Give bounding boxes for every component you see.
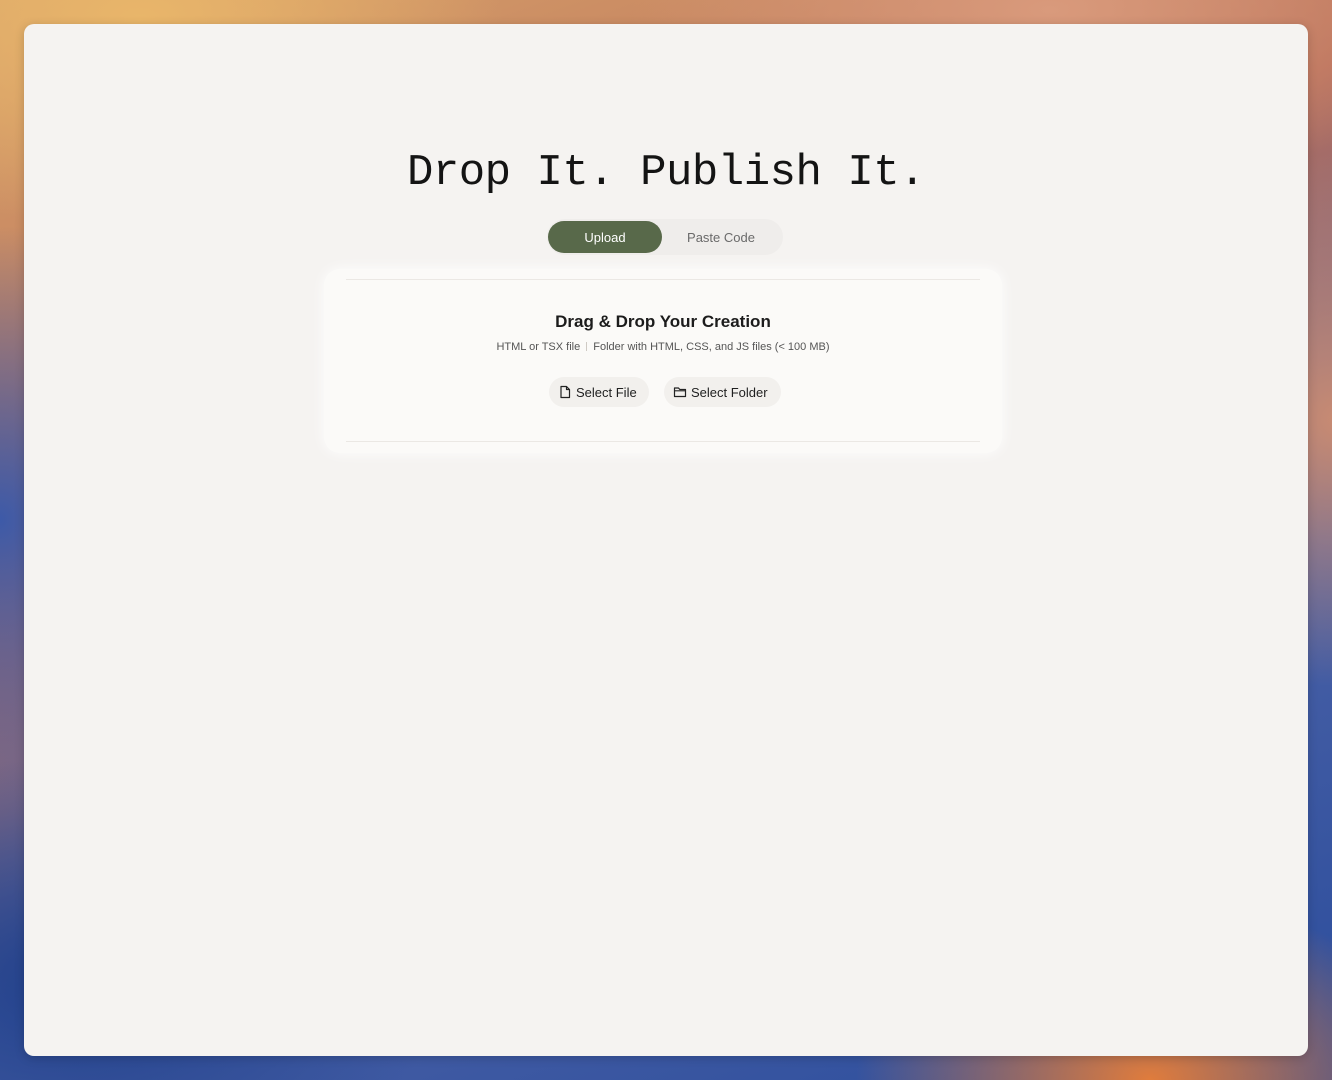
select-folder-button[interactable]: Select Folder — [664, 377, 781, 407]
subtitle-separator — [586, 342, 588, 351]
select-file-button[interactable]: Select File — [549, 377, 649, 407]
select-file-label: Select File — [576, 384, 637, 400]
drop-zone-title: Drag & Drop Your Creation — [555, 312, 771, 331]
divider — [346, 279, 980, 280]
folder-icon — [673, 385, 687, 399]
page-title: Drop It. Publish It. — [406, 148, 926, 198]
mode-tabs: Upload Paste Code — [547, 219, 783, 255]
drop-zone[interactable]: Drag & Drop Your Creation HTML or TSX fi… — [324, 269, 1002, 453]
subtitle-file-types: HTML or TSX file — [496, 341, 581, 353]
app-window: Drop It. Publish It. Upload Paste Code D… — [24, 24, 1308, 1056]
tab-upload[interactable]: Upload — [548, 221, 662, 253]
select-folder-label: Select Folder — [691, 384, 768, 400]
file-icon — [558, 385, 572, 399]
tab-paste-code[interactable]: Paste Code — [663, 221, 779, 253]
subtitle-folder-types: Folder with HTML, CSS, and JS files (< 1… — [593, 341, 830, 353]
divider — [346, 441, 980, 442]
drop-zone-subtitle: HTML or TSX file Folder with HTML, CSS, a… — [324, 341, 1002, 353]
